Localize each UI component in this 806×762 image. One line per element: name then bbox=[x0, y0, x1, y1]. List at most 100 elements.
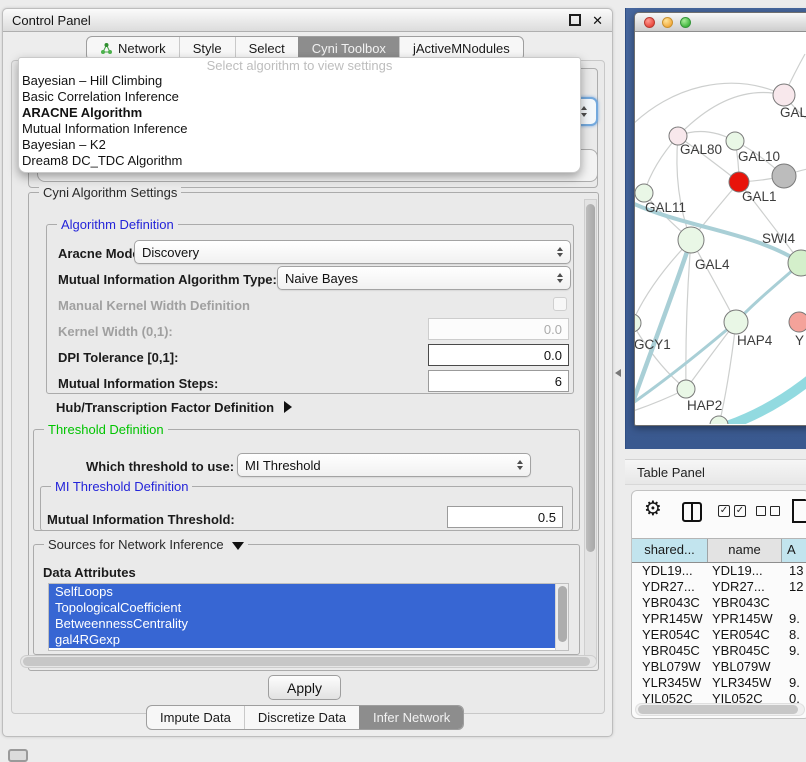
table-horizontal-scrollbar[interactable] bbox=[635, 703, 805, 716]
screen: Control Panel ✕ NetworkStyleSelectCyni T… bbox=[0, 0, 806, 762]
list-scrollbar[interactable] bbox=[555, 584, 568, 650]
tab-discretize-data[interactable]: Discretize Data bbox=[244, 706, 359, 729]
mi-type-select[interactable]: Naive Bayes bbox=[277, 266, 571, 290]
node-label-gal80: GAL80 bbox=[680, 142, 722, 157]
zoom-window-icon[interactable] bbox=[680, 17, 691, 28]
table-row[interactable]: YBL079WYBL079W bbox=[632, 659, 806, 675]
settings-vertical-scrollbar[interactable] bbox=[584, 199, 597, 661]
network-graph: GALGAL80GAL10GAL1GAL11GAL4SWI4GCY1HAP4YH… bbox=[635, 32, 806, 424]
network-node-y[interactable] bbox=[789, 312, 806, 332]
network-node-gal4[interactable] bbox=[678, 227, 704, 253]
gear-icon[interactable]: ⚙ bbox=[644, 499, 662, 519]
scrollbar-thumb[interactable] bbox=[586, 204, 595, 552]
control-panel-titlebar: Control Panel ✕ bbox=[3, 9, 612, 32]
select-all-checkbox-icon[interactable]: ✓ bbox=[718, 505, 730, 517]
table-row[interactable]: YDL19...YDL19...13 bbox=[632, 563, 806, 579]
deselect-checkbox-icon[interactable] bbox=[770, 506, 780, 516]
table-row[interactable]: YDR27...YDR27...12 bbox=[632, 579, 806, 595]
attribute-item-selfloops[interactable]: SelfLoops bbox=[49, 584, 555, 600]
attribute-item-topologicalcoefficient[interactable]: TopologicalCoefficient bbox=[49, 600, 555, 616]
node-label-gal4: GAL4 bbox=[695, 257, 730, 272]
algorithm-option-bayesian-k2[interactable]: Bayesian – K2 bbox=[19, 137, 580, 153]
which-threshold-value: MI Threshold bbox=[245, 458, 321, 473]
table-row[interactable]: YBR045CYBR045C9. bbox=[632, 643, 806, 659]
network-node-gal[interactable] bbox=[773, 84, 795, 106]
cyni-settings-title: Cyni Algorithm Settings bbox=[39, 185, 181, 200]
column-header-1[interactable]: shared... bbox=[632, 539, 708, 562]
network-node[interactable] bbox=[772, 164, 796, 188]
network-canvas[interactable]: GALGAL80GAL10GAL1GAL11GAL4SWI4GCY1HAP4YH… bbox=[635, 32, 806, 424]
attribute-item-gal4rgexp[interactable]: gal4RGexp bbox=[49, 632, 555, 648]
algorithm-option-bayesian-hill-climbing[interactable]: Bayesian – Hill Climbing bbox=[19, 73, 580, 89]
node-label-hap4: HAP4 bbox=[737, 333, 773, 348]
table-panel-card: ⚙ ✓ ✓ shared...nameA YDL19...YDL19...13Y… bbox=[631, 490, 806, 719]
data-attributes-list[interactable]: SelfLoopsTopologicalCoefficientBetweenne… bbox=[48, 583, 569, 651]
mi-steps-input[interactable] bbox=[428, 370, 569, 392]
cell: 12 bbox=[782, 579, 806, 595]
deselect-checkbox-icon[interactable] bbox=[756, 506, 766, 516]
mi-threshold-input[interactable] bbox=[447, 506, 563, 528]
network-icon bbox=[100, 42, 113, 55]
kernel-width-input[interactable] bbox=[428, 318, 569, 340]
dpi-tolerance-input[interactable] bbox=[428, 344, 569, 366]
algorithm-option-aracne-algorithm[interactable]: ARACNE Algorithm bbox=[19, 105, 580, 121]
cell: YPR145W bbox=[708, 611, 782, 627]
tab-infer-network[interactable]: Infer Network bbox=[359, 706, 463, 729]
tab-impute-data[interactable]: Impute Data bbox=[147, 706, 244, 729]
table-row[interactable]: YPR145WYPR145W9. bbox=[632, 611, 806, 627]
table-header-row: shared...nameA bbox=[632, 538, 806, 563]
network-node-gcy1[interactable] bbox=[635, 314, 641, 332]
select-all-checkbox-icon[interactable]: ✓ bbox=[734, 505, 746, 517]
float-panel-icon[interactable] bbox=[569, 14, 581, 26]
manual-kernel-checkbox[interactable] bbox=[553, 297, 567, 311]
mi-threshold-label: Mutual Information Threshold: bbox=[47, 512, 235, 527]
tab-label: Impute Data bbox=[160, 710, 231, 725]
settings-horizontal-scrollbar[interactable] bbox=[20, 655, 597, 668]
network-node-hap2[interactable] bbox=[677, 380, 695, 398]
algorithm-option-basic-correlation-inference[interactable]: Basic Correlation Inference bbox=[19, 89, 580, 105]
column-header-2[interactable]: name bbox=[708, 539, 782, 562]
which-threshold-label: Which threshold to use: bbox=[86, 459, 234, 474]
sources-toggle[interactable]: Sources for Network Inference bbox=[44, 537, 248, 552]
close-window-icon[interactable] bbox=[644, 17, 655, 28]
attribute-item-betweennesscentrality[interactable]: BetweennessCentrality bbox=[49, 616, 555, 632]
apply-button[interactable]: Apply bbox=[268, 675, 341, 700]
algorithm-option-dream8-dc-tdc-algorithm[interactable]: Dream8 DC_TDC Algorithm bbox=[19, 153, 580, 169]
scrollbar-thumb[interactable] bbox=[638, 705, 798, 714]
panel-title: Control Panel bbox=[12, 13, 569, 28]
kernel-width-label: Kernel Width (0,1): bbox=[58, 324, 173, 339]
mi-steps-label: Mutual Information Steps: bbox=[58, 376, 218, 391]
table-panel-titlebar: Table Panel bbox=[625, 459, 806, 485]
network-node[interactable] bbox=[710, 416, 728, 424]
export-table-icon[interactable] bbox=[792, 499, 806, 523]
scrollbar-thumb[interactable] bbox=[558, 586, 567, 642]
columns-icon[interactable] bbox=[682, 502, 702, 522]
tab-label: Infer Network bbox=[373, 710, 450, 725]
attribute-rows: SelfLoopsTopologicalCoefficientBetweenne… bbox=[49, 584, 555, 648]
algorithm-option-mutual-information-inference[interactable]: Mutual Information Inference bbox=[19, 121, 580, 137]
network-window-titlebar[interactable] bbox=[635, 13, 806, 32]
which-threshold-select[interactable]: MI Threshold bbox=[237, 453, 531, 477]
tab-label: jActiveMNodules bbox=[413, 41, 510, 56]
expand-right-icon bbox=[284, 401, 292, 413]
table-row[interactable]: YBR043CYBR043C bbox=[632, 595, 806, 611]
table-row[interactable]: YLR345WYLR345W9. bbox=[632, 675, 806, 691]
cell: YLR345W bbox=[632, 675, 708, 691]
aracne-mode-select[interactable]: Discovery bbox=[134, 240, 571, 264]
node-label-hap2: HAP2 bbox=[687, 398, 722, 413]
scrollbar-thumb[interactable] bbox=[23, 657, 590, 666]
node-label-gcy1: GCY1 bbox=[635, 337, 671, 352]
hub-definition-toggle[interactable]: Hub/Transcription Factor Definition bbox=[56, 400, 292, 415]
table-row[interactable]: YER054CYER054C8. bbox=[632, 627, 806, 643]
cell: YBL079W bbox=[708, 659, 782, 675]
minimize-window-icon[interactable] bbox=[662, 17, 673, 28]
collapsed-panel-icon[interactable] bbox=[8, 749, 28, 762]
network-node-hap4[interactable] bbox=[724, 310, 748, 334]
close-panel-icon[interactable]: ✕ bbox=[592, 14, 603, 27]
splitter-collapse-icon[interactable] bbox=[615, 369, 621, 377]
network-node-gal10[interactable] bbox=[726, 132, 744, 150]
network-view-window: GALGAL80GAL10GAL1GAL11GAL4SWI4GCY1HAP4YH… bbox=[634, 12, 806, 426]
tab-label: Discretize Data bbox=[258, 710, 346, 725]
column-header-3[interactable]: A bbox=[782, 539, 806, 562]
node-label-gal10: GAL10 bbox=[738, 149, 780, 164]
